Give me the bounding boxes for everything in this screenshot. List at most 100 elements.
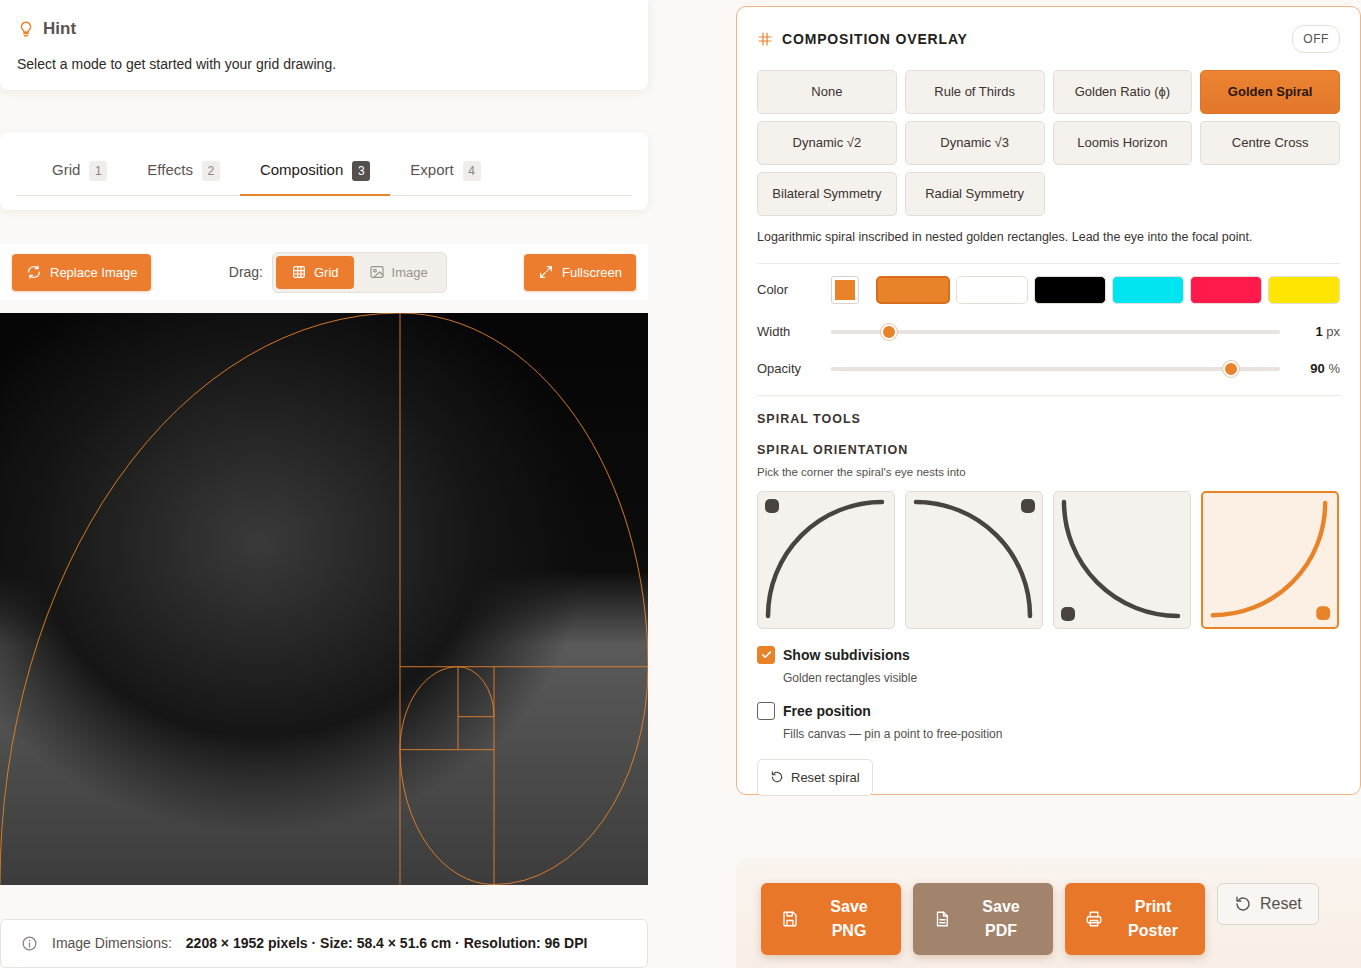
checkbox[interactable]: [757, 702, 775, 720]
mode-button[interactable]: Radial Symmetry: [905, 172, 1045, 216]
tab-count: 2: [202, 161, 220, 181]
checkbox-description: Fills canvas — pin a point to free-posit…: [783, 725, 1002, 743]
checkbox-label: Show subdivisions: [783, 645, 917, 666]
replace-image-button[interactable]: Replace Image: [12, 254, 151, 292]
orientation-picker: [757, 491, 1340, 629]
color-picker[interactable]: [831, 276, 859, 304]
mode-button[interactable]: Centre Cross: [1200, 121, 1340, 165]
width-slider[interactable]: [831, 330, 1280, 334]
drag-option-label: Image: [392, 263, 428, 283]
drag-label: Drag:: [229, 262, 263, 283]
mode-button[interactable]: Dynamic √2: [757, 121, 897, 165]
info-value: 2208 × 1952 pixels · Size: 58.4 × 51.6 c…: [186, 933, 588, 954]
info-icon: [21, 935, 38, 952]
slider-thumb[interactable]: [881, 324, 897, 340]
checkbox-row[interactable]: Show subdivisions Golden rectangles visib…: [757, 645, 1340, 687]
action-button[interactable]: Reset: [1217, 883, 1319, 925]
mode-label: Golden Spiral: [1228, 84, 1313, 100]
color-label: Color: [757, 280, 831, 300]
tab[interactable]: Composition3: [240, 148, 390, 196]
info-label: Image Dimensions:: [52, 933, 172, 954]
tab[interactable]: Effects 2: [127, 148, 240, 196]
mode-label: Golden Ratio (ϕ): [1075, 84, 1170, 100]
fullscreen-button[interactable]: Fullscreen: [524, 254, 636, 292]
replace-image-label: Replace Image: [50, 263, 137, 283]
color-swatch[interactable]: [1268, 276, 1340, 304]
mode-button[interactable]: Golden Ratio (ϕ): [1053, 70, 1193, 114]
refresh-icon: [26, 264, 42, 280]
mode-button[interactable]: Dynamic √3: [905, 121, 1045, 165]
expand-icon: [538, 264, 554, 280]
action-label: Save PDF: [969, 895, 1033, 943]
spiral-icon: [758, 492, 894, 628]
mode-label: Dynamic √3: [940, 135, 1009, 151]
orientation-option[interactable]: [757, 491, 895, 629]
mode-button[interactable]: Bilateral Symmetry: [757, 172, 897, 216]
mode-button[interactable]: Golden Spiral: [1200, 70, 1340, 114]
mode-label: Dynamic √2: [793, 135, 862, 151]
orientation-option[interactable]: [1201, 491, 1339, 629]
action-label: Save PNG: [817, 895, 881, 943]
grid-icon: [291, 264, 307, 280]
hint-text: Select a mode to get started with your g…: [17, 54, 631, 75]
action-label: Print Poster: [1121, 895, 1185, 943]
tab-label: Export: [410, 159, 453, 182]
fullscreen-label: Fullscreen: [562, 263, 622, 283]
width-row: Width1 px: [757, 322, 1340, 342]
tab[interactable]: Grid 1: [16, 148, 127, 196]
checkbox-row[interactable]: Free positionFills canvas — pin a point …: [757, 701, 1340, 743]
spiral-icon: [1203, 493, 1337, 627]
save-icon: [781, 910, 799, 928]
tab[interactable]: Export 4: [390, 148, 500, 196]
toolbar: Replace Image Drag: Grid Image Fullscreen: [0, 244, 648, 300]
tab-count: 1: [89, 161, 107, 181]
tab-count: 4: [463, 161, 481, 181]
mode-grid: None Rule of Thirds Golden Ratio (ϕ) Golden…: [757, 70, 1340, 216]
width-label: Width: [757, 322, 831, 342]
slider-thumb[interactable]: [1223, 361, 1239, 377]
orientation-option[interactable]: [905, 491, 1043, 629]
mode-button[interactable]: Loomis Horizon: [1053, 121, 1193, 165]
color-swatch[interactable]: [1190, 276, 1262, 304]
color-row: Color: [757, 276, 1340, 304]
checkbox-description: Golden rectangles visible: [783, 669, 917, 687]
mode-label: Centre Cross: [1232, 135, 1309, 151]
action-button[interactable]: Print Poster: [1065, 883, 1205, 955]
spiral-icon: [906, 492, 1042, 628]
opacity-unit: %: [1328, 361, 1340, 376]
checkbox[interactable]: [757, 646, 775, 664]
panel-title: COMPOSITION OVERLAY: [782, 29, 968, 50]
color-swatch[interactable]: [1034, 276, 1106, 304]
mode-button[interactable]: Rule of Thirds: [905, 70, 1045, 114]
mode-button[interactable]: None: [757, 70, 897, 114]
grid-icon: [757, 31, 773, 47]
overlay-toggle[interactable]: OFF: [1292, 25, 1340, 53]
spiral-icon: [1054, 492, 1190, 628]
color-swatch[interactable]: [876, 276, 950, 304]
color-swatch[interactable]: [956, 276, 1028, 304]
mode-description: Logarithmic spiral inscribed in nested g…: [757, 228, 1340, 264]
image-canvas[interactable]: [0, 313, 648, 885]
drag-option[interactable]: Image: [354, 256, 443, 290]
document-icon: [933, 910, 951, 928]
mode-label: None: [811, 84, 842, 100]
drag-option[interactable]: Grid: [276, 256, 354, 290]
drag-option-label: Grid: [314, 263, 339, 283]
action-button[interactable]: Save PNG: [761, 883, 901, 955]
opacity-slider[interactable]: [831, 367, 1280, 371]
image-icon: [369, 264, 385, 280]
tab-label: Grid: [52, 159, 80, 182]
color-swatch[interactable]: [1112, 276, 1184, 304]
reset-spiral-button[interactable]: Reset spiral: [757, 759, 873, 797]
orientation-option[interactable]: [1053, 491, 1191, 629]
section-title: SPIRAL ORIENTATION: [757, 441, 1340, 460]
width-unit: px: [1326, 324, 1340, 339]
section-hint: Pick the corner the spiral's eye nests i…: [757, 464, 1340, 481]
section-title: SPIRAL TOOLS: [757, 410, 1340, 429]
mode-label: Bilateral Symmetry: [772, 186, 881, 202]
mode-label: Rule of Thirds: [934, 84, 1015, 100]
spiral-overlay[interactable]: [0, 313, 648, 885]
tab-label: Effects: [147, 159, 193, 182]
lightbulb-icon: [17, 20, 35, 38]
action-button[interactable]: Save PDF: [913, 883, 1053, 955]
